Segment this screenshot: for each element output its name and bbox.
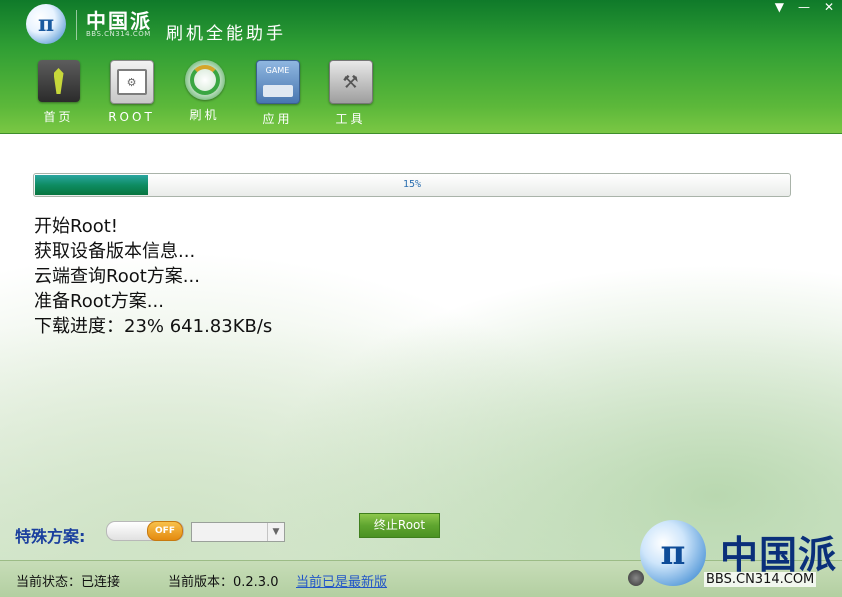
log-line: 准备Root方案...	[34, 291, 164, 312]
nav-item-label: 首页	[43, 110, 74, 124]
app-title: 刷机全能助手	[166, 24, 286, 44]
log-output: 开始Root! 获取设备版本信息... 云端查询Root方案... 准备Root…	[34, 214, 272, 339]
logo-subtext: BBS.CN314.COM	[86, 30, 151, 38]
nav-item-label: 工具	[335, 112, 366, 126]
special-plan-toggle[interactable]: OFF	[106, 521, 184, 541]
nav-item-home[interactable]: 首页	[22, 60, 95, 127]
log-line: 云端查询Root方案...	[34, 266, 200, 287]
watermark-pi-icon: π	[640, 520, 706, 586]
window-controls: ▼ — ✕	[775, 0, 834, 14]
main-nav: 首页 ⚙ ROOT 刷机 GAME 应用 ⚒ 工具	[22, 60, 387, 127]
log-line: 下载进度：23% 641.83KB/s	[34, 316, 273, 337]
logo-pi-icon: π	[26, 4, 66, 44]
logo-divider	[76, 10, 77, 40]
header: π 中国派 BBS.CN314.COM 刷机全能助手 ▼ — ✕ 首页 ⚙ RO…	[0, 0, 842, 134]
close-button[interactable]: ✕	[824, 0, 834, 14]
log-line: 开始Root!	[34, 216, 118, 237]
nav-item-apps[interactable]: GAME 应用	[241, 60, 314, 127]
tie-icon	[37, 60, 80, 102]
nav-item-label: 应用	[262, 112, 293, 126]
special-plan-label: 特殊方案:	[15, 527, 86, 546]
root-progress-bar: 15%	[33, 173, 791, 197]
log-line: 获取设备版本信息...	[34, 241, 196, 262]
watermark-subtext: BBS.CN314.COM	[704, 572, 817, 587]
nav-item-flash[interactable]: 刷机	[168, 60, 241, 127]
watermark-text: 中国派	[720, 533, 838, 577]
connection-status: 当前状态：已连接	[16, 575, 121, 590]
watermark-logo: π 中国派 BBS.CN314.COM	[640, 520, 840, 592]
tools-icon: ⚒	[328, 60, 373, 104]
window-gear-icon: ⚙	[109, 60, 154, 104]
version-status: 当前版本：0.2.3.0	[168, 575, 279, 590]
main-content: 15% 开始Root! 获取设备版本信息... 云端查询Root方案... 准备…	[0, 134, 842, 560]
nav-item-tools[interactable]: ⚒ 工具	[314, 60, 387, 127]
minimize-button[interactable]: —	[798, 0, 810, 14]
nav-item-label: 刷机	[189, 108, 220, 122]
latest-version-link[interactable]: 当前已是最新版	[296, 571, 387, 590]
special-plan-select[interactable]: ▼	[191, 522, 285, 542]
chevron-down-icon: ▼	[267, 523, 284, 541]
refresh-disc-icon	[184, 60, 225, 100]
progress-label: 15%	[402, 179, 422, 190]
gamepad-icon: GAME	[255, 60, 300, 104]
toggle-knob: OFF	[147, 521, 183, 541]
menu-dropdown-icon[interactable]: ▼	[775, 0, 784, 14]
nav-item-label: ROOT	[108, 110, 155, 124]
stop-root-button[interactable]: 终止Root	[359, 513, 440, 538]
nav-item-root[interactable]: ⚙ ROOT	[95, 60, 168, 127]
